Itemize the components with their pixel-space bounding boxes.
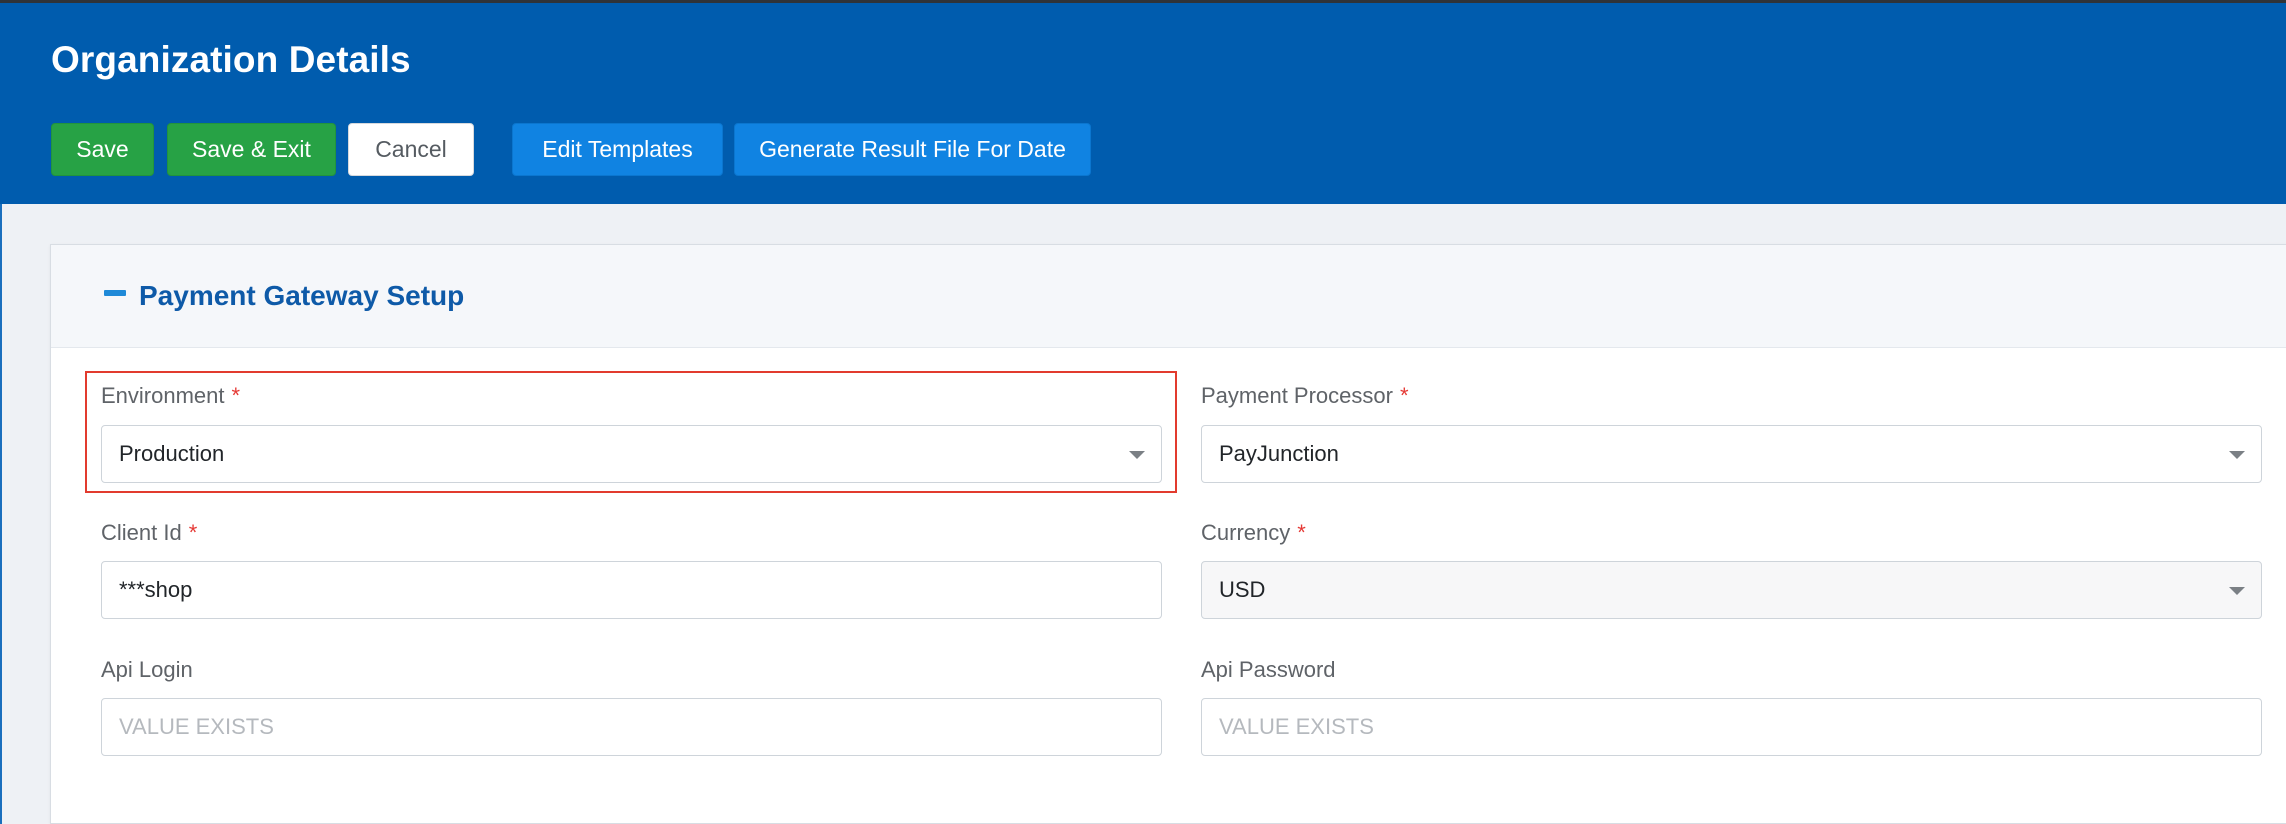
client-id-value: ***shop xyxy=(119,577,193,602)
generate-result-file-button[interactable]: Generate Result File For Date xyxy=(734,123,1091,176)
payment-processor-select[interactable]: PayJunction xyxy=(1201,425,2262,483)
required-marker: * xyxy=(1297,520,1306,545)
save-exit-button[interactable]: Save & Exit xyxy=(167,123,336,176)
required-marker: * xyxy=(188,520,198,545)
currency-value: USD xyxy=(1219,577,1266,602)
page-title: Organization Details xyxy=(51,39,411,80)
payment-processor-label-text: Payment Processor xyxy=(1201,383,1393,408)
api-password-label: Api Password xyxy=(1201,657,1336,682)
payment-processor-label: Payment Processor * xyxy=(1201,383,1409,409)
api-login-label: Api Login xyxy=(101,657,193,682)
client-id-input[interactable]: ***shop xyxy=(101,561,1162,619)
chevron-down-icon xyxy=(2229,587,2245,595)
client-id-label: Client Id * xyxy=(101,520,197,546)
required-marker: * xyxy=(1399,383,1409,408)
edit-templates-button[interactable]: Edit Templates xyxy=(512,123,723,176)
toolbar: Save Save & Exit Cancel Edit Templates G… xyxy=(51,123,1251,178)
api-login-placeholder: VALUE EXISTS xyxy=(119,714,274,739)
save-button[interactable]: Save xyxy=(51,123,154,176)
api-password-placeholder: VALUE EXISTS xyxy=(1219,714,1374,739)
page-header: Organization Details Save Save & Exit Ca… xyxy=(0,3,2286,204)
left-edge-strip xyxy=(0,204,2,824)
panel-header[interactable]: Payment Gateway Setup xyxy=(51,245,2286,348)
minus-icon[interactable] xyxy=(104,290,126,296)
chevron-down-icon xyxy=(2229,451,2245,459)
currency-label-text: Currency xyxy=(1201,520,1291,545)
api-password-input[interactable]: VALUE EXISTS xyxy=(1201,698,2262,756)
panel-title: Payment Gateway Setup xyxy=(139,280,465,311)
currency-select[interactable]: USD xyxy=(1201,561,2262,619)
cancel-button[interactable]: Cancel xyxy=(348,123,474,176)
api-login-input[interactable]: VALUE EXISTS xyxy=(101,698,1162,756)
client-id-label-text: Client Id xyxy=(101,520,182,545)
environment-highlight-box xyxy=(85,371,1177,493)
currency-label: Currency * xyxy=(1201,520,1306,546)
payment-processor-value: PayJunction xyxy=(1219,441,1339,466)
